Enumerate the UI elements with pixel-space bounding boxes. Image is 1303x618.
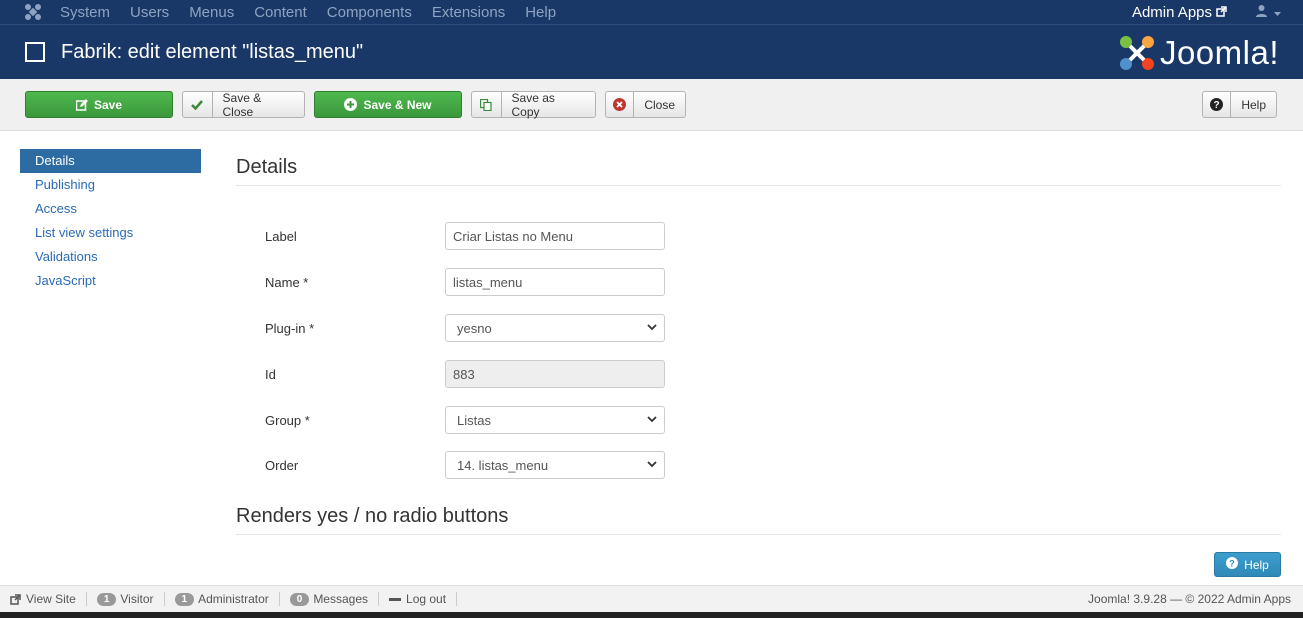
plugin-select-value: yesno xyxy=(457,320,492,336)
svg-text:?: ? xyxy=(1229,559,1235,569)
joomla-brand-icon xyxy=(1119,36,1154,70)
plugin-help-label: Help xyxy=(1244,557,1269,572)
order-select[interactable]: 14. listas_menu xyxy=(445,451,665,479)
section-heading: Details xyxy=(236,150,1281,186)
bottom-strip xyxy=(0,612,1303,618)
order-select-value: 14. listas_menu xyxy=(457,457,549,473)
save-new-label: Save & New xyxy=(363,97,432,112)
messages-badge: 0 xyxy=(289,592,310,606)
administrator-label: Administrator xyxy=(198,592,269,606)
name-input[interactable]: listas_menu xyxy=(445,268,665,296)
save-copy-button[interactable]: Save as Copy xyxy=(471,90,596,119)
save-copy-label: Save as Copy xyxy=(511,90,555,119)
plugin-heading: Renders yes / no radio buttons xyxy=(236,500,1281,535)
field-name-row: Name * listas_menu xyxy=(265,268,665,296)
external-link-icon xyxy=(1216,4,1227,21)
admin-badge: 1 xyxy=(174,592,195,606)
admin-apps-link[interactable]: Admin Apps xyxy=(1132,4,1227,21)
label-field-label: Label xyxy=(265,228,297,244)
user-menu[interactable] xyxy=(1255,4,1281,20)
tab-publishing[interactable]: Publishing xyxy=(20,173,201,197)
svg-text:?: ? xyxy=(1214,100,1220,111)
sidebar-tabs: Details Publishing Access List view sett… xyxy=(20,149,201,293)
messages-label: Messages xyxy=(313,592,369,606)
save-new-button[interactable]: Save & New xyxy=(314,91,462,118)
field-group-row: Group * Listas xyxy=(265,406,665,434)
order-field-label: Order xyxy=(265,457,299,473)
save-label: Save xyxy=(93,97,123,112)
logout-label: Log out xyxy=(406,592,447,606)
field-plugin-row: Plug-in * yesno xyxy=(265,314,665,342)
chevron-down-icon xyxy=(647,459,657,471)
question-icon: ? xyxy=(1226,557,1239,572)
copy-icon xyxy=(472,92,502,117)
messages-count[interactable]: 0 Messages xyxy=(280,592,380,606)
menu-menus[interactable]: Menus xyxy=(189,4,234,21)
save-close-button[interactable]: Save & Close xyxy=(182,90,305,119)
administrator-count[interactable]: 1 Administrator xyxy=(165,592,280,606)
user-icon xyxy=(1255,4,1268,20)
top-navbar: System Users Menus Content Components Ex… xyxy=(0,0,1303,24)
main-content: Details Label Criar Listas no Menu Name … xyxy=(236,150,1281,535)
toolbar: Save Save & Close Save & New Save as Cop… xyxy=(0,79,1303,131)
version-text: Joomla! 3.9.28 — © 2022 Admin Apps xyxy=(1088,592,1291,606)
field-label-row: Label Criar Listas no Menu xyxy=(265,222,665,250)
tab-javascript[interactable]: JavaScript xyxy=(20,269,201,293)
visitor-label: Visitor xyxy=(120,592,154,606)
group-select-value: Listas xyxy=(457,412,491,428)
minus-icon xyxy=(389,597,402,601)
tab-validations[interactable]: Validations xyxy=(20,245,201,269)
save-button[interactable]: Save xyxy=(25,91,173,118)
status-bar: View Site 1 Visitor 1 Administrator 0 Me… xyxy=(0,585,1303,612)
plugin-select[interactable]: yesno xyxy=(445,314,665,342)
close-label: Close xyxy=(644,97,675,112)
chevron-down-icon xyxy=(647,414,657,426)
tab-list-view-settings[interactable]: List view settings xyxy=(20,221,201,245)
menu-users[interactable]: Users xyxy=(130,4,169,21)
tab-details[interactable]: Details xyxy=(20,149,201,173)
field-id-row: Id 883 xyxy=(265,360,665,388)
menu-content[interactable]: Content xyxy=(254,4,307,21)
joomla-menu-icon[interactable] xyxy=(20,3,46,21)
admin-apps-label: Admin Apps xyxy=(1131,3,1212,21)
edit-icon xyxy=(75,98,88,111)
name-field-label: Name * xyxy=(265,274,309,290)
plugin-help-button[interactable]: ? Help xyxy=(1214,552,1281,577)
chevron-down-icon xyxy=(1274,5,1281,20)
visitor-badge: 1 xyxy=(96,592,117,606)
external-link-icon xyxy=(10,593,21,605)
plugin-field-label: Plug-in * xyxy=(265,320,315,336)
question-icon: ? xyxy=(1203,92,1232,117)
joomla-logo: Joomla! xyxy=(1118,34,1279,72)
close-icon xyxy=(606,92,635,117)
chevron-down-icon xyxy=(647,322,657,334)
group-field-label: Group * xyxy=(265,412,310,428)
check-icon xyxy=(183,92,213,117)
close-button[interactable]: Close xyxy=(605,91,686,118)
id-input: 883 xyxy=(445,360,665,388)
page-title: Fabrik: edit element "listas_menu" xyxy=(61,41,364,63)
page-header: Fabrik: edit element "listas_menu" Jooml… xyxy=(0,24,1303,79)
plus-circle-icon xyxy=(344,98,358,111)
joomla-wordmark: Joomla! xyxy=(1159,34,1279,71)
group-select[interactable]: Listas xyxy=(445,406,665,434)
logout-link[interactable]: Log out xyxy=(379,592,458,606)
menu-components[interactable]: Components xyxy=(327,4,412,21)
help-label: Help xyxy=(1241,97,1266,112)
menu-help[interactable]: Help xyxy=(525,4,556,21)
view-site-label: View Site xyxy=(26,592,76,606)
page-checkbox-icon xyxy=(25,42,45,62)
visitor-count[interactable]: 1 Visitor xyxy=(87,592,165,606)
field-order-row: Order 14. listas_menu xyxy=(265,451,665,479)
save-close-label: Save & Close xyxy=(222,90,262,119)
id-field-label: Id xyxy=(265,366,276,382)
label-input[interactable]: Criar Listas no Menu xyxy=(445,222,665,250)
view-site-link[interactable]: View Site xyxy=(0,592,87,606)
menu-extensions[interactable]: Extensions xyxy=(432,4,505,21)
help-button[interactable]: ? Help xyxy=(1202,91,1277,118)
menu-system[interactable]: System xyxy=(60,4,110,21)
tab-access[interactable]: Access xyxy=(20,197,201,221)
